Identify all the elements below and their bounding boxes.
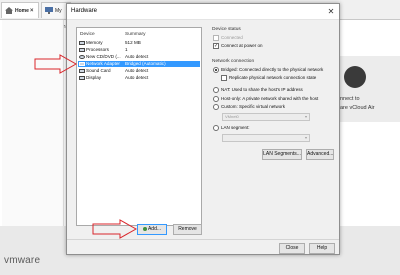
device-summary: Auto detect (125, 68, 149, 73)
cloud-icon (344, 66, 366, 88)
custom-network-select[interactable]: VMnet0 ▾ (222, 113, 310, 121)
cd-dvd-icon (79, 55, 85, 59)
help-button[interactable]: Help (309, 243, 335, 254)
connect-at-power-on-checkbox[interactable]: ✓ (213, 43, 219, 49)
device-list[interactable]: Device Summary Memory 512 MB Processors … (76, 27, 202, 226)
cpu-icon (79, 48, 85, 52)
display-icon (79, 76, 85, 80)
device-summary: Auto detect (125, 75, 149, 80)
device-summary: 1 (125, 47, 128, 52)
remove-device-button[interactable]: Remove (173, 224, 202, 235)
nat-radio[interactable] (213, 87, 219, 93)
footer-divider (67, 239, 339, 240)
device-row-sound-card[interactable]: Sound Card Auto detect (78, 68, 200, 74)
device-name: Display (86, 75, 102, 80)
connected-checkbox[interactable] (213, 35, 219, 41)
device-name: Memory (86, 40, 103, 45)
device-name: Processors (86, 47, 109, 52)
host-only-radio[interactable] (213, 96, 219, 102)
device-summary: Auto detect (125, 54, 149, 59)
host-only-label: Host-only: A private network shared with… (221, 96, 319, 101)
device-row-network-adapter[interactable]: Network Adapter Bridged (Automatic) (78, 61, 200, 67)
annotation-arrow-add-icon (92, 219, 138, 239)
sound-card-icon (79, 69, 85, 73)
device-row-cd-dvd[interactable]: New CD/DVD (... Auto detect (78, 54, 200, 60)
advanced-button[interactable]: Advanced... (306, 149, 334, 160)
device-status-title: Device status (212, 27, 241, 32)
lan-segments-button[interactable]: LAN Segments... (262, 149, 302, 160)
connected-label: Connected (221, 35, 243, 40)
connect-at-power-on-label: Connect at power on (221, 43, 263, 48)
device-summary: 512 MB (125, 40, 141, 45)
dialog-title: Hardware (71, 8, 98, 14)
lan-segment-label: LAN segment: (221, 125, 250, 130)
chevron-down-icon: ▾ (304, 135, 307, 140)
nat-label: NAT: Used to share the host's IP address (221, 87, 303, 92)
computer-icon (45, 7, 53, 14)
network-connection-title: Network connection (212, 59, 255, 64)
replicate-state-label: Replicate physical network connection st… (229, 75, 317, 80)
tab-home-label: Home (15, 8, 29, 14)
tab-home[interactable]: Home × (1, 2, 39, 18)
lan-segment-radio[interactable] (213, 125, 219, 131)
close-icon[interactable]: ✕ (325, 6, 337, 18)
add-shield-icon (142, 226, 147, 231)
chevron-down-icon: ▾ (304, 114, 307, 119)
vcloud-text: nnect to are vCloud Air (340, 95, 400, 113)
home-icon (5, 7, 13, 14)
replicate-state-checkbox[interactable] (221, 75, 227, 81)
custom-network-value: VMnet0 (225, 114, 239, 119)
device-row-memory[interactable]: Memory 512 MB (78, 40, 200, 46)
custom-radio[interactable] (213, 104, 219, 110)
device-column-header[interactable]: Device (80, 32, 95, 37)
close-button[interactable]: Close (279, 243, 305, 254)
vcloud-line-1: nnect to (340, 96, 360, 102)
device-name: Network Adapter (86, 61, 120, 66)
device-row-processors[interactable]: Processors 1 (78, 47, 200, 53)
lan-segment-select[interactable]: ▾ (222, 134, 310, 142)
custom-label: Custom: Specific virtual network (221, 104, 286, 109)
network-adapter-icon (79, 62, 85, 66)
bridged-label: Bridged: Connected directly to the physi… (221, 67, 324, 72)
tab-close-icon[interactable]: × (30, 3, 34, 19)
annotation-arrow-network-icon (34, 54, 78, 74)
library-panel (2, 20, 64, 226)
hardware-dialog: Hardware ✕ Device Summary Memory 512 MB … (66, 3, 340, 255)
memory-icon (79, 41, 85, 45)
vcloud-line-2: are vCloud Air (340, 105, 375, 111)
bridged-radio[interactable] (213, 67, 219, 73)
dialog-title-bar: Hardware ✕ (67, 4, 339, 20)
summary-column-header[interactable]: Summary (125, 32, 146, 37)
device-row-display[interactable]: Display Auto detect (78, 75, 200, 81)
vmware-logo: vmware (4, 255, 41, 266)
add-button-label: Add... (147, 226, 162, 232)
add-device-button[interactable]: Add... (137, 224, 167, 235)
device-summary: Bridged (Automatic) (125, 61, 166, 66)
device-name: Sound Card (86, 68, 111, 73)
device-name: New CD/DVD (... (86, 54, 121, 59)
